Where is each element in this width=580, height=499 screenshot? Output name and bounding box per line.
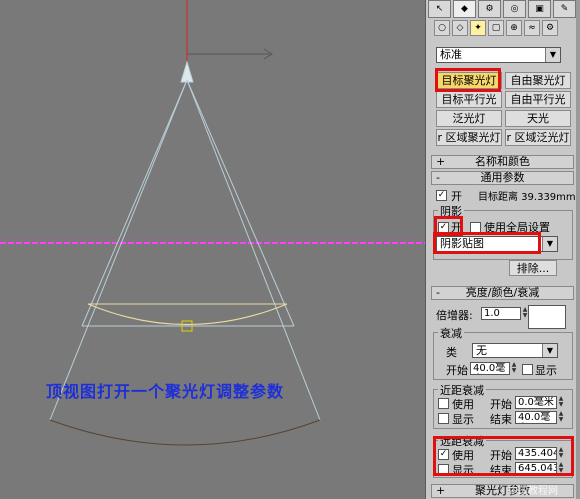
watermark: 中国教程网 [508,486,558,497]
free-spot-button[interactable]: 自由聚光灯 [505,72,571,89]
create-category-tray: ○ ◇ ✦ ▢ ⊕ ≈ ⚙ [434,20,558,36]
near-end-label: 结束 [490,413,512,426]
geometry-icon[interactable]: ○ [434,20,450,36]
spinner-arrows-icon[interactable]: ▲ ▼ [558,411,564,424]
multiplier-label: 倍增器: [436,309,473,322]
near-use-checkbox[interactable] [438,398,449,409]
viewport-caption: 顶视图打开一个聚光灯调整参数 [46,382,285,401]
rollout-title: 亮度/颜色/衰减 [465,286,540,299]
camera-icon[interactable]: ▢ [488,20,504,36]
near-use-label: 使用 [452,398,474,411]
spotlight-icon[interactable] [180,60,194,83]
panel-scrollbar[interactable] [576,0,580,499]
omni-button[interactable]: 泛光灯 [436,110,502,127]
light-category-value: 标准 [440,48,462,61]
near-end-spinner[interactable]: 40.0毫米 [515,411,557,424]
chevron-down-icon: ▼ [542,344,557,357]
multiplier-spinner[interactable]: 1.0 [481,307,521,320]
shapes-icon[interactable]: ◇ [452,20,468,36]
decay-label: 衰减 [438,325,464,341]
target-direct-button[interactable]: 目标平行光 [436,91,502,108]
target-distance: 目标距离 39.339mm [478,192,576,203]
command-panel: ↖ ◆ ⚙ ◎ ▣ ✎ ○ ◇ ✦ ▢ ⊕ ≈ ⚙ 标准 ▼ 目标聚光灯 自由聚… [425,0,580,499]
cone-edge-left [49,79,188,421]
tab-display[interactable]: ▣ [528,0,551,18]
rollout-intensity[interactable]: - 亮度/颜色/衰减 [431,286,574,300]
rollout-general[interactable]: - 通用参数 [431,171,574,185]
chevron-down-icon: ▼ [542,237,557,251]
light-category-select[interactable]: 标准 ▼ [436,47,561,63]
cone-edge-right [186,79,321,421]
near-start-label: 开始 [490,398,512,411]
hotspot-edge-right [186,79,295,327]
tab-hierarchy[interactable]: ⚙ [478,0,501,18]
light-on-checkbox[interactable]: ✓ [436,190,447,201]
lights-icon[interactable]: ✦ [470,20,486,36]
area-spot-button[interactable]: r 区域聚光灯 [436,129,502,146]
light-color-swatch[interactable] [528,305,566,329]
decay-type-label: 类 [446,346,457,359]
rollout-title: 通用参数 [480,171,525,184]
spinner-arrows-icon[interactable]: ▲ ▼ [558,396,564,409]
expand-icon: + [436,155,446,168]
tab-utilities[interactable]: ✎ [553,0,576,18]
expand-icon: + [436,484,446,497]
spacewarp-icon[interactable]: ≈ [524,20,540,36]
decay-show-label: 显示 [535,364,557,377]
near-show-checkbox[interactable] [438,413,449,424]
top-viewport[interactable]: 顶视图打开一个聚光灯调整参数 [0,0,425,499]
highlight-target-spot [435,68,501,92]
decay-start-label: 开始 [446,364,468,377]
hotspot-edge-left [81,79,188,327]
tab-modify[interactable]: ◆ [453,0,476,18]
collapse-icon: - [436,171,440,184]
near-start-spinner[interactable]: 0.0毫米 [515,396,557,409]
helper-icon[interactable]: ⊕ [506,20,522,36]
system-icon[interactable]: ⚙ [542,20,558,36]
collapse-icon: - [436,286,440,299]
spinner-arrows-icon[interactable]: ▲ ▼ [511,362,517,375]
area-omni-button[interactable]: r 区域泛光灯 [505,129,571,146]
decay-start-spinner[interactable]: 40.0毫米 [470,362,510,375]
chevron-down-icon: ▼ [545,48,560,62]
decay-show-checkbox[interactable] [522,364,533,375]
highlight-shadow-type [433,232,541,254]
near-show-label: 显示 [452,413,474,426]
skylight-button[interactable]: 天光 [505,110,571,127]
falloff-arc [49,419,321,446]
exclude-button[interactable]: 排除... [509,260,557,276]
decay-type-select[interactable]: 无 ▼ [472,343,558,358]
free-direct-button[interactable]: 自由平行光 [505,91,571,108]
tab-motion[interactable]: ◎ [503,0,526,18]
panel-tabs: ↖ ◆ ⚙ ◎ ▣ ✎ [428,0,576,18]
decay-type-value: 无 [476,344,487,357]
tab-create[interactable]: ↖ [428,0,451,18]
rollout-name-color[interactable]: + 名称和颜色 [431,155,574,169]
rollout-title: 名称和颜色 [475,155,530,168]
light-on-label: 开 [451,190,462,203]
viewport-scene [0,0,425,446]
highlight-far-atten [433,436,574,476]
